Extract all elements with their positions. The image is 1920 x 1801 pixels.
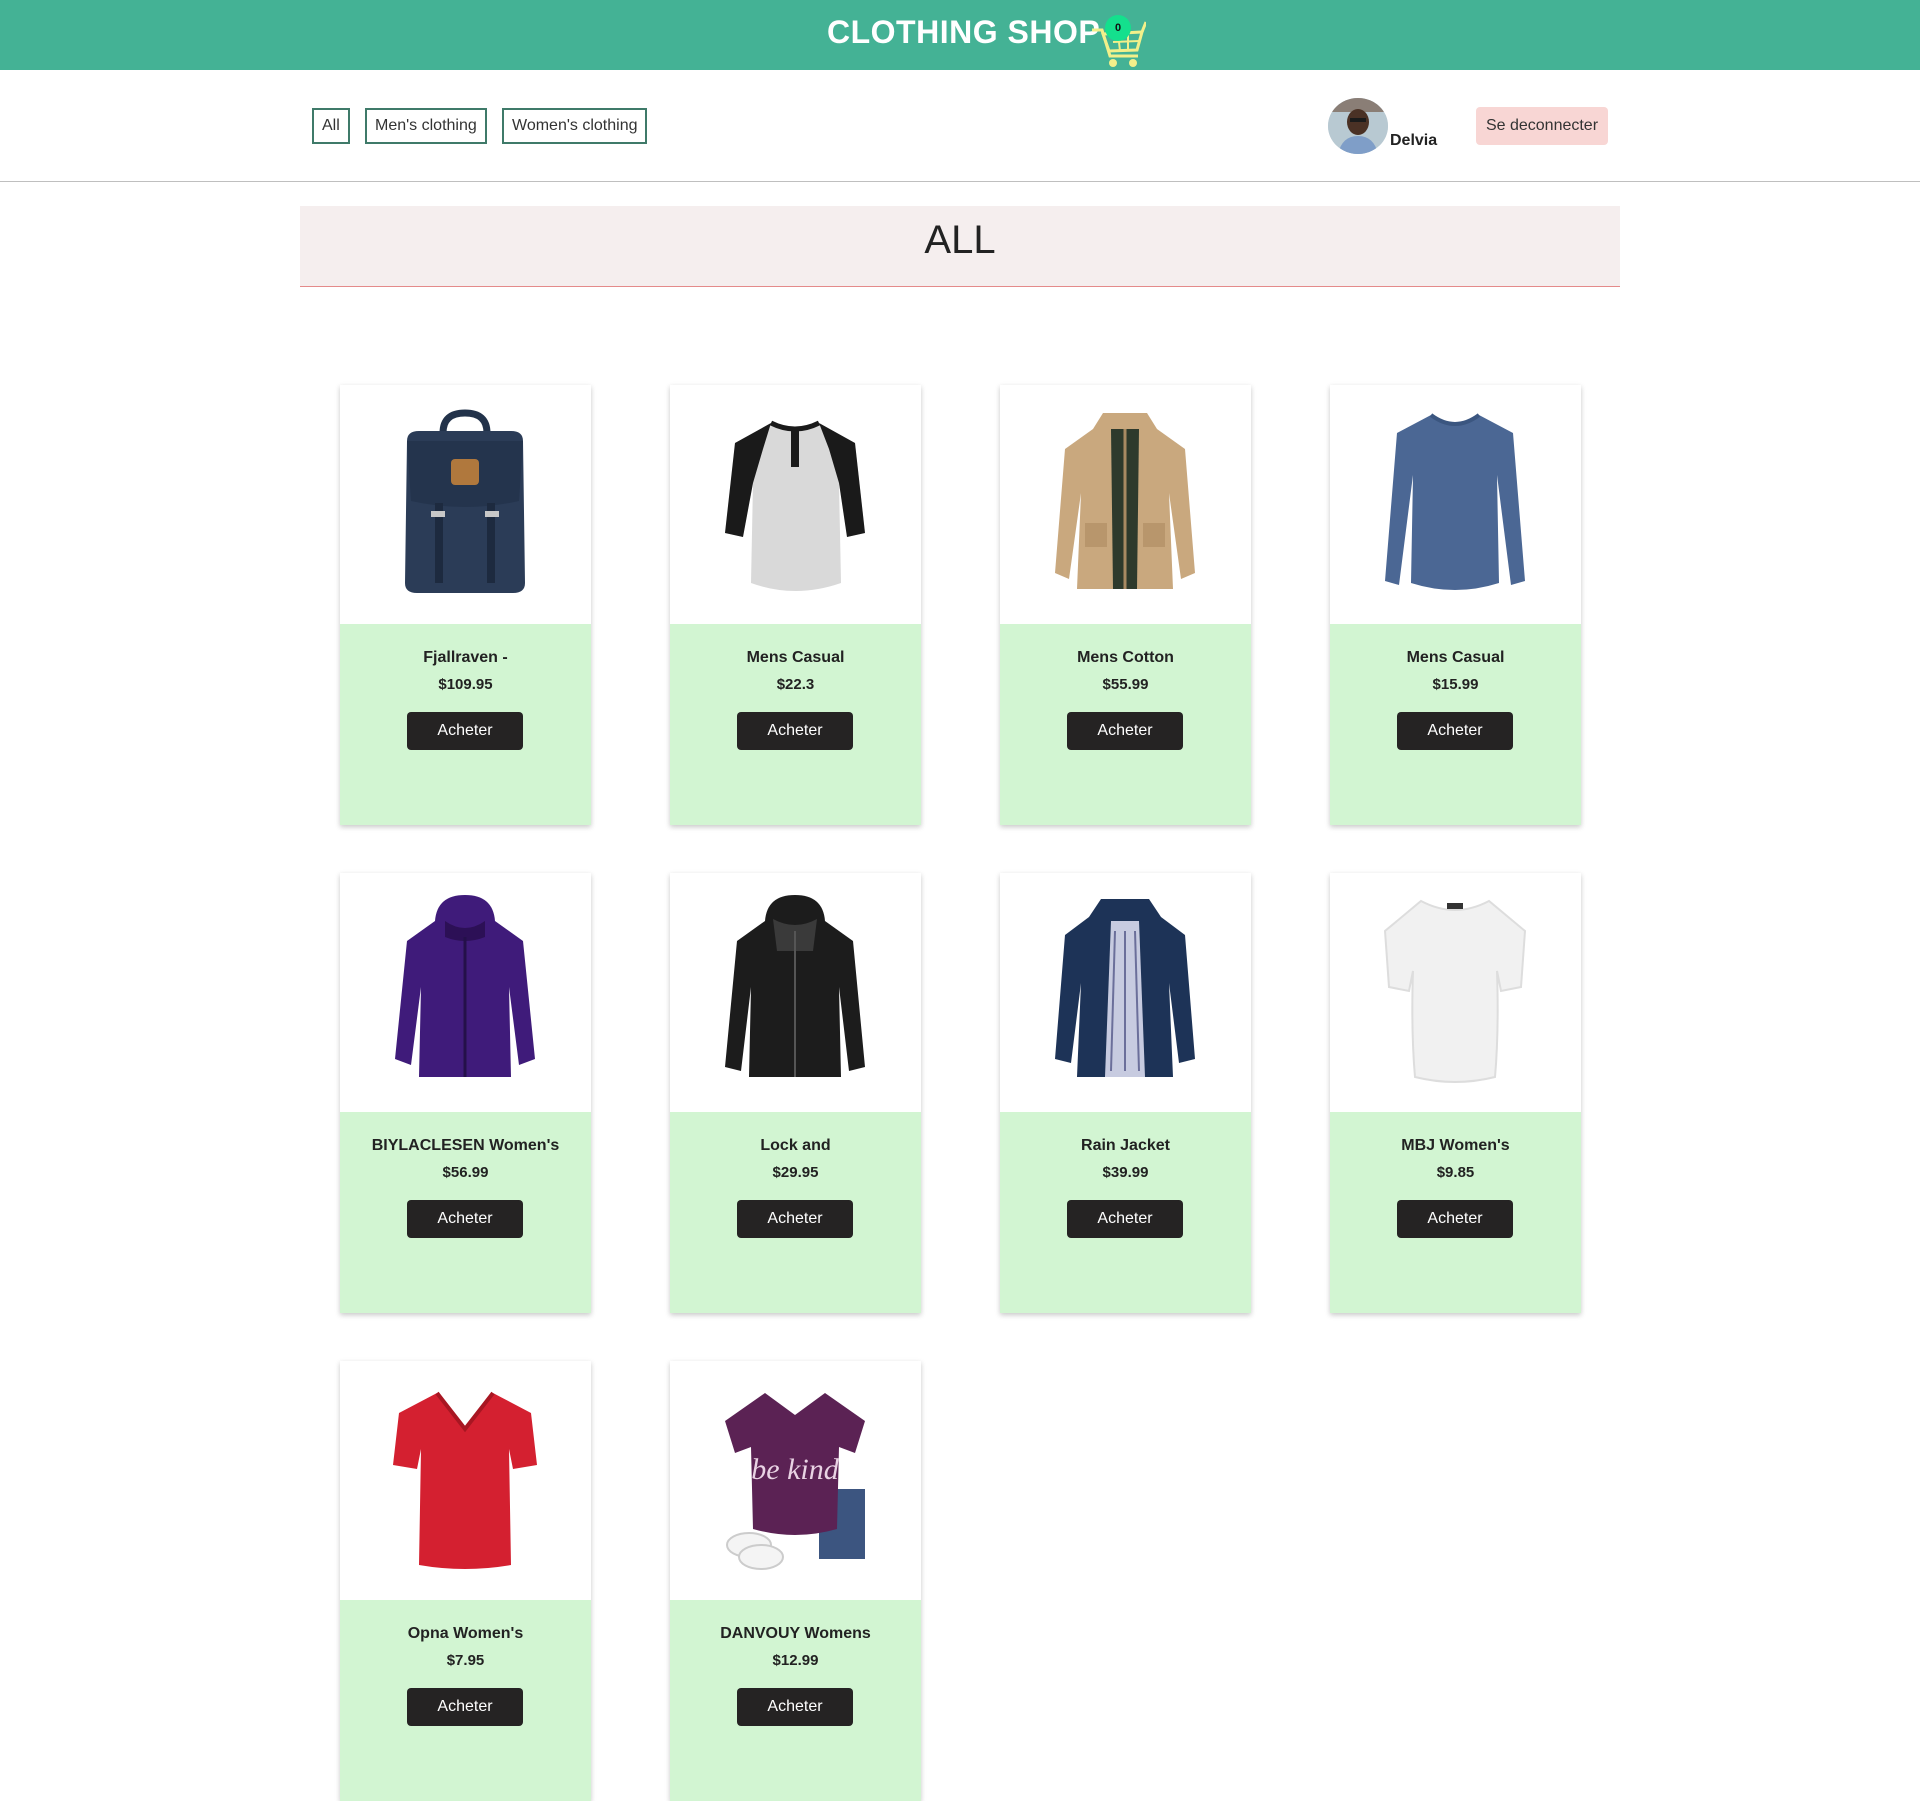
product-image: [340, 1361, 591, 1600]
product-card: Rain Jacket $39.99 Acheter: [1000, 873, 1251, 1313]
product-image: [340, 873, 591, 1112]
product-price: $9.85: [1436, 1164, 1475, 1181]
filter-navbar: [0, 70, 1920, 182]
product-name: BIYLACLESEN Women's: [371, 1137, 560, 1154]
product-image: be kind: [670, 1361, 921, 1600]
section-title: ALL: [924, 218, 996, 262]
cotton-jacket-icon: [1055, 413, 1195, 589]
product-price: $109.95: [438, 676, 493, 693]
filter-womens-button[interactable]: Women's clothing: [502, 108, 648, 144]
product-image: [670, 385, 921, 624]
buy-button[interactable]: Acheter: [737, 1688, 853, 1726]
product-image: [1000, 385, 1251, 624]
product-price: $56.99: [442, 1164, 489, 1181]
buy-button[interactable]: Acheter: [407, 712, 523, 750]
product-image: [1330, 873, 1581, 1112]
buy-button[interactable]: Acheter: [407, 1688, 523, 1726]
product-name: Fjallraven -: [423, 649, 508, 666]
buy-button[interactable]: Acheter: [407, 1200, 523, 1238]
product-name: Mens Casual: [1406, 649, 1505, 666]
user-name: Delvia: [1390, 132, 1438, 149]
long-sleeve-shirt-icon: [1385, 413, 1525, 590]
buy-button[interactable]: Acheter: [737, 712, 853, 750]
raglan-tshirt-icon: [725, 420, 865, 591]
product-name: Mens Casual: [746, 649, 845, 666]
logout-button[interactable]: Se deconnecter: [1476, 107, 1608, 145]
product-card: Mens Casual $15.99 Acheter: [1330, 385, 1581, 825]
avatar: [1328, 98, 1388, 154]
product-card: BIYLACLESEN Women's $56.99 Acheter: [340, 873, 591, 1313]
product-name: Opna Women's: [407, 1625, 524, 1642]
leather-jacket-icon: [725, 895, 865, 1077]
product-name: Mens Cotton: [1077, 649, 1174, 666]
product-price: $15.99: [1432, 676, 1479, 693]
tshirt-print: be kind: [751, 1453, 839, 1486]
product-name: Lock and: [760, 1137, 831, 1154]
product-card: Fjallraven - $109.95 Acheter: [340, 385, 591, 825]
product-name: MBJ Women's: [1401, 1137, 1510, 1154]
product-name: Rain Jacket: [1081, 1137, 1170, 1154]
backpack-icon: [405, 409, 525, 593]
product-price: $29.95: [772, 1164, 819, 1181]
buy-button[interactable]: Acheter: [737, 1200, 853, 1238]
product-card: Mens Cotton $55.99 Acheter: [1000, 385, 1251, 825]
red-tshirt-icon: [393, 1391, 537, 1569]
product-card: be kind DANVOUY Womens $12.99 Acheter: [670, 1361, 921, 1801]
be-kind-tshirt-icon: be kind: [725, 1393, 865, 1570]
buy-button[interactable]: Acheter: [1397, 712, 1513, 750]
product-image: [1000, 873, 1251, 1112]
product-price: $39.99: [1102, 1164, 1149, 1181]
product-price: $12.99: [772, 1652, 819, 1669]
cart-count-badge: 0: [1105, 15, 1131, 41]
section-banner: ALL: [300, 206, 1620, 287]
product-name: DANVOUY Womens: [720, 1625, 871, 1642]
top-header: CLOTHING SHOP 0: [0, 0, 1920, 70]
product-image: [1330, 385, 1581, 624]
buy-button[interactable]: Acheter: [1397, 1200, 1513, 1238]
buy-button[interactable]: Acheter: [1067, 1200, 1183, 1238]
purple-jacket-icon: [395, 895, 535, 1077]
product-price: $7.95: [446, 1652, 485, 1669]
buy-button[interactable]: Acheter: [1067, 712, 1183, 750]
product-image: [340, 385, 591, 624]
product-price: $22.3: [776, 676, 815, 693]
white-top-icon: [1383, 899, 1527, 1083]
product-price: $55.99: [1102, 676, 1149, 693]
product-card: Opna Women's $7.95 Acheter: [340, 1361, 591, 1801]
filter-all-button[interactable]: All: [312, 108, 350, 144]
product-card: Mens Casual $22.3 Acheter: [670, 385, 921, 825]
shop-title: CLOTHING SHOP: [827, 14, 1101, 50]
filter-mens-button[interactable]: Men's clothing: [365, 108, 487, 144]
product-image: [670, 873, 921, 1112]
product-card: MBJ Women's $9.85 Acheter: [1330, 873, 1581, 1313]
product-card: Lock and $29.95 Acheter: [670, 873, 921, 1313]
rain-jacket-icon: [1055, 899, 1195, 1077]
